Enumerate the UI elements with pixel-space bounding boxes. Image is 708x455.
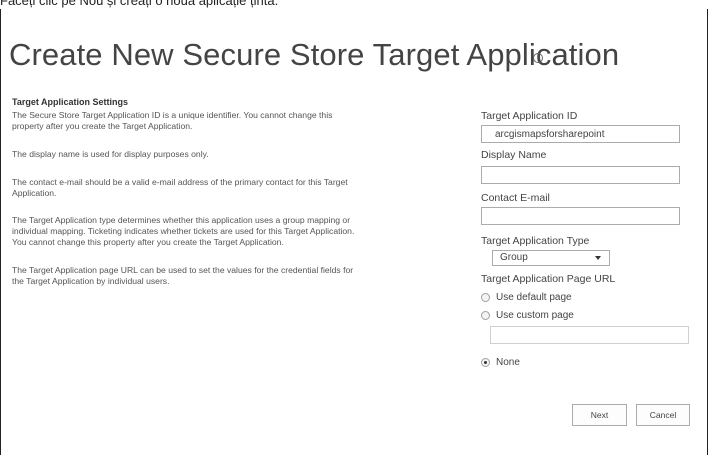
- instruction-caption: Faceți clic pe Nou și creați o nouă apli…: [0, 0, 279, 8]
- page-url-description: The Target Application page URL can be u…: [12, 265, 404, 287]
- cancel-button[interactable]: Cancel: [636, 404, 690, 426]
- radio-use-default-page[interactable]: Use default page: [481, 290, 572, 304]
- custom-page-url-input[interactable]: [490, 326, 689, 344]
- description-line: individual mapping. Ticketing indicates …: [12, 226, 355, 236]
- radio-label: Use default page: [496, 291, 572, 303]
- description-line: The display name is used for display pur…: [12, 149, 209, 159]
- settings-heading: Target Application Settings: [12, 97, 129, 107]
- radio-label: None: [496, 356, 520, 368]
- description-line: The contact e-mail should be a valid e-m…: [12, 177, 348, 187]
- radio-button[interactable]: [481, 357, 490, 367]
- chevron-down-icon: [595, 256, 601, 260]
- page-url-label: Target Application Page URL: [481, 273, 616, 285]
- radio-label: Use custom page: [496, 309, 574, 321]
- description-line: Application.: [12, 188, 57, 198]
- contact-email-label: Contact E-mail: [481, 192, 550, 204]
- display-name-label: Display Name: [481, 149, 547, 161]
- page-title: Create New Secure Store Target Applicati…: [9, 37, 620, 72]
- info-icon[interactable]: i: [533, 53, 543, 63]
- description-line: The Target Application page URL can be u…: [12, 265, 354, 275]
- radio-none[interactable]: None: [481, 355, 520, 369]
- radio-button[interactable]: [481, 310, 490, 320]
- description-line: property after you create the Target App…: [12, 121, 193, 131]
- app-type-label: Target Application Type: [481, 235, 590, 247]
- app-id-label: Target Application ID: [481, 110, 578, 122]
- app-id-input[interactable]: [481, 125, 680, 143]
- display-name-input[interactable]: [481, 166, 680, 184]
- display-name-description: The display name is used for display pur…: [12, 149, 404, 160]
- description-line: the Target Application by individual use…: [12, 276, 170, 286]
- app-id-description: The Secure Store Target Application ID i…: [12, 110, 404, 132]
- radio-use-custom-page[interactable]: Use custom page: [481, 308, 574, 322]
- description-line: You cannot change this property after yo…: [12, 237, 284, 247]
- contact-email-input[interactable]: [481, 207, 680, 225]
- type-description: The Target Application type determines w…: [12, 215, 404, 248]
- description-line: The Target Application type determines w…: [12, 215, 351, 225]
- next-button[interactable]: Next: [572, 404, 627, 426]
- app-type-selected-value: Group: [500, 252, 528, 263]
- app-type-select[interactable]: Group: [492, 250, 610, 266]
- radio-button[interactable]: [481, 292, 490, 302]
- description-line: The Secure Store Target Application ID i…: [12, 110, 333, 120]
- contact-description: The contact e-mail should be a valid e-m…: [12, 177, 404, 199]
